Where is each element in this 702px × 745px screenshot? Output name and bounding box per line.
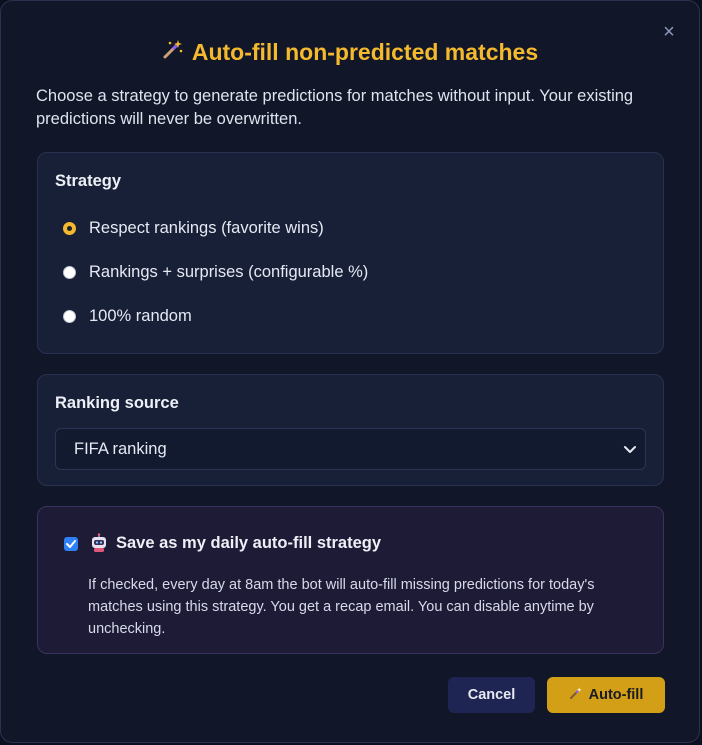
- autofill-button[interactable]: Auto-fill: [547, 677, 665, 713]
- strategy-heading: Strategy: [55, 172, 122, 190]
- save-strategy-description: If checked, every day at 8am the bot wil…: [88, 577, 595, 637]
- ranking-source-card: Ranking source FIFA ranking: [37, 374, 664, 486]
- save-strategy-checkbox[interactable]: [64, 537, 78, 551]
- radio-checked[interactable]: [63, 221, 76, 235]
- radio-unchecked[interactable]: [63, 265, 76, 279]
- modal-intro: Choose a strategy to generate prediction…: [36, 87, 634, 128]
- wand-icon: [569, 686, 583, 704]
- modal-title-text: Auto-fill non-predicted matches: [191, 39, 539, 65]
- strategy-option-respect-rankings[interactable]: Respect rankings (favorite wins): [63, 216, 324, 240]
- strategy-option-label: Rankings + surprises (configurable %): [89, 262, 369, 281]
- ranking-source-value: FIFA ranking: [74, 439, 167, 458]
- robot-icon: [90, 533, 108, 553]
- strategy-option-random[interactable]: 100% random: [63, 304, 192, 328]
- strategy-option-label: Respect rankings (favorite wins): [89, 218, 324, 237]
- strategy-option-rankings-surprises[interactable]: Rankings + surprises (configurable %): [63, 260, 368, 284]
- chevron-down-icon: [623, 440, 637, 458]
- ranking-source-select[interactable]: FIFA ranking: [55, 428, 646, 470]
- autofill-button-label: Auto-fill: [588, 687, 644, 703]
- cancel-button-label: Cancel: [467, 687, 516, 703]
- ranking-source-heading: Ranking source: [55, 394, 179, 412]
- strategy-option-label: 100% random: [89, 306, 192, 325]
- radio-unchecked[interactable]: [63, 309, 76, 323]
- wand-icon: [162, 37, 184, 67]
- cancel-button[interactable]: Cancel: [448, 677, 535, 713]
- save-strategy-card: Save as my daily auto-fill strategy If c…: [37, 506, 664, 654]
- autofill-modal: × Auto-fill non-predicted matches Choose…: [0, 0, 700, 743]
- save-strategy-text: Save as my daily auto-fill strategy: [116, 533, 382, 552]
- save-strategy-label[interactable]: Save as my daily auto-fill strategy: [90, 533, 381, 553]
- modal-title: Auto-fill non-predicted matches: [1, 37, 699, 67]
- strategy-card: Strategy Respect rankings (favorite wins…: [37, 152, 664, 354]
